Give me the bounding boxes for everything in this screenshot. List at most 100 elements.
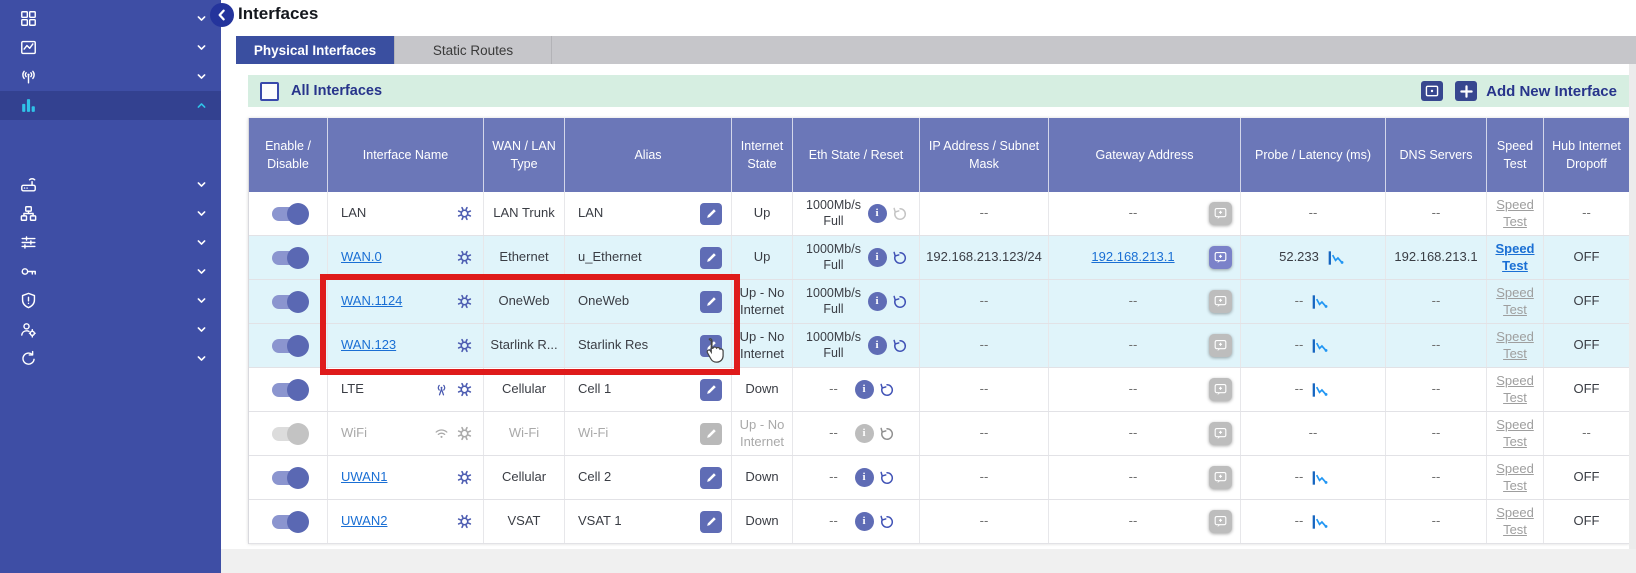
enable-toggle[interactable] xyxy=(272,339,305,353)
latency-chart-icon[interactable] xyxy=(1310,337,1331,355)
sidebar-item-system[interactable] xyxy=(0,315,221,344)
speed-test-link: SpeedTest xyxy=(1496,417,1534,451)
enable-toggle[interactable] xyxy=(272,515,305,529)
edit-alias-icon[interactable] xyxy=(700,335,722,357)
vpn-icon xyxy=(15,262,41,281)
add-icon[interactable] xyxy=(1455,81,1477,101)
panel-icon[interactable] xyxy=(1421,81,1443,101)
edit-alias-icon[interactable] xyxy=(700,379,722,401)
gateway-ping-icon[interactable] xyxy=(1209,422,1232,445)
info-icon[interactable]: i xyxy=(868,336,887,355)
back-button[interactable] xyxy=(210,3,234,27)
gateway-text: -- xyxy=(1129,469,1138,484)
interface-name-link[interactable]: WAN.1124 xyxy=(341,293,402,309)
edit-alias-icon[interactable] xyxy=(700,467,722,489)
security-icon xyxy=(15,291,41,310)
add-new-interface-button[interactable]: Add New Interface xyxy=(1486,83,1617,100)
sidebar-item-controllers[interactable] xyxy=(0,62,221,91)
reset-icon[interactable] xyxy=(891,337,909,355)
edit-alias-icon[interactable] xyxy=(700,291,722,313)
enable-toggle[interactable] xyxy=(272,427,305,441)
gateway-ping-icon[interactable] xyxy=(1209,202,1232,225)
sidebar xyxy=(0,0,221,573)
gateway-ping-icon[interactable] xyxy=(1209,510,1232,533)
enable-toggle[interactable] xyxy=(272,207,305,221)
probe-latency: -- xyxy=(1295,293,1304,309)
internet-state: Up xyxy=(732,236,793,279)
gateway-ping-icon[interactable] xyxy=(1209,466,1232,489)
latency-chart-icon[interactable] xyxy=(1310,381,1331,399)
interface-name-link[interactable]: WAN.123 xyxy=(341,337,396,353)
sidebar-item-tools-diagnos-[interactable] xyxy=(0,344,221,373)
wan-lan-type: VSAT xyxy=(484,500,565,543)
sidebar-subitem-physical-interfaces[interactable] xyxy=(0,122,221,143)
reset-icon[interactable] xyxy=(878,469,896,487)
sidebar-item-security[interactable] xyxy=(0,286,221,315)
sidebar-item-dashboard[interactable] xyxy=(0,4,221,33)
info-icon[interactable]: i xyxy=(855,512,874,531)
sidebar-subitem-static-routes[interactable] xyxy=(0,143,221,164)
settings-gear-icon[interactable] xyxy=(455,336,474,355)
interface-name-link[interactable]: WAN.0 xyxy=(341,249,382,265)
sidebar-item-sd-wan[interactable] xyxy=(0,170,221,199)
sidebar-item-monitors[interactable] xyxy=(0,33,221,62)
gateway-text: -- xyxy=(1129,205,1138,220)
column-header-9: DNS Servers xyxy=(1386,118,1487,192)
interfaces-icon xyxy=(15,96,41,115)
info-icon[interactable]: i xyxy=(868,204,887,223)
settings-gear-icon[interactable] xyxy=(455,204,474,223)
info-icon[interactable]: i xyxy=(868,248,887,267)
enable-toggle[interactable] xyxy=(272,251,305,265)
hub-internet-dropoff: OFF xyxy=(1544,500,1630,543)
interface-name-link[interactable]: UWAN2 xyxy=(341,513,387,529)
sidebar-item-vpn[interactable] xyxy=(0,257,221,286)
reset-icon[interactable] xyxy=(891,249,909,267)
table-row-lan: LANLAN TrunkLANUp1000Mb/s Fulli--------S… xyxy=(249,192,1630,236)
gateway-ping-icon[interactable] xyxy=(1209,378,1232,401)
reset-icon[interactable] xyxy=(878,381,896,399)
reset-icon[interactable] xyxy=(878,513,896,531)
sidebar-submenu xyxy=(0,120,221,170)
gateway-ping-icon[interactable] xyxy=(1209,246,1232,269)
chevron-down-icon xyxy=(191,264,211,279)
edit-alias-icon[interactable] xyxy=(700,203,722,225)
settings-gear-icon[interactable] xyxy=(455,248,474,267)
tab-static-routes[interactable]: Static Routes xyxy=(395,36,552,64)
edit-alias-icon[interactable] xyxy=(700,511,722,533)
gateway-ping-icon[interactable] xyxy=(1209,334,1232,357)
tab-physical-interfaces[interactable]: Physical Interfaces xyxy=(236,36,395,64)
interface-name-text: LAN xyxy=(341,205,366,221)
edit-alias-icon[interactable] xyxy=(700,423,722,445)
enable-toggle[interactable] xyxy=(272,471,305,485)
reset-icon[interactable] xyxy=(891,293,909,311)
settings-gear-icon[interactable] xyxy=(455,292,474,311)
settings-gear-icon[interactable] xyxy=(455,512,474,531)
latency-chart-icon[interactable] xyxy=(1326,249,1347,267)
gateway-ping-icon[interactable] xyxy=(1209,290,1232,313)
settings-gear-icon[interactable] xyxy=(455,468,474,487)
info-icon[interactable]: i xyxy=(855,424,874,443)
enable-toggle[interactable] xyxy=(272,295,305,309)
latency-chart-icon[interactable] xyxy=(1310,469,1331,487)
enable-toggle[interactable] xyxy=(272,383,305,397)
speed-test-link[interactable]: SpeedTest xyxy=(1495,241,1534,275)
interfaces-toolbar: All Interfaces Add New Interface xyxy=(248,75,1629,107)
info-icon[interactable]: i xyxy=(855,380,874,399)
settings-gear-icon[interactable] xyxy=(455,424,474,443)
scrollbar-gutter xyxy=(1629,64,1636,549)
edit-alias-icon[interactable] xyxy=(700,247,722,269)
sidebar-item-interfaces[interactable] xyxy=(0,91,221,120)
info-icon[interactable]: i xyxy=(868,292,887,311)
settings-gear-icon[interactable] xyxy=(455,380,474,399)
reset-icon[interactable] xyxy=(878,425,896,443)
interface-name-link[interactable]: UWAN1 xyxy=(341,469,387,485)
latency-chart-icon[interactable] xyxy=(1310,513,1331,531)
all-interfaces-checkbox[interactable] xyxy=(260,82,279,101)
reset-icon[interactable] xyxy=(891,205,909,223)
gateway-link[interactable]: 192.168.213.1 xyxy=(1091,249,1174,264)
gateway-text: -- xyxy=(1129,425,1138,440)
sidebar-item-lan[interactable] xyxy=(0,199,221,228)
sidebar-item-hub[interactable] xyxy=(0,228,221,257)
info-icon[interactable]: i xyxy=(855,468,874,487)
latency-chart-icon[interactable] xyxy=(1310,293,1331,311)
